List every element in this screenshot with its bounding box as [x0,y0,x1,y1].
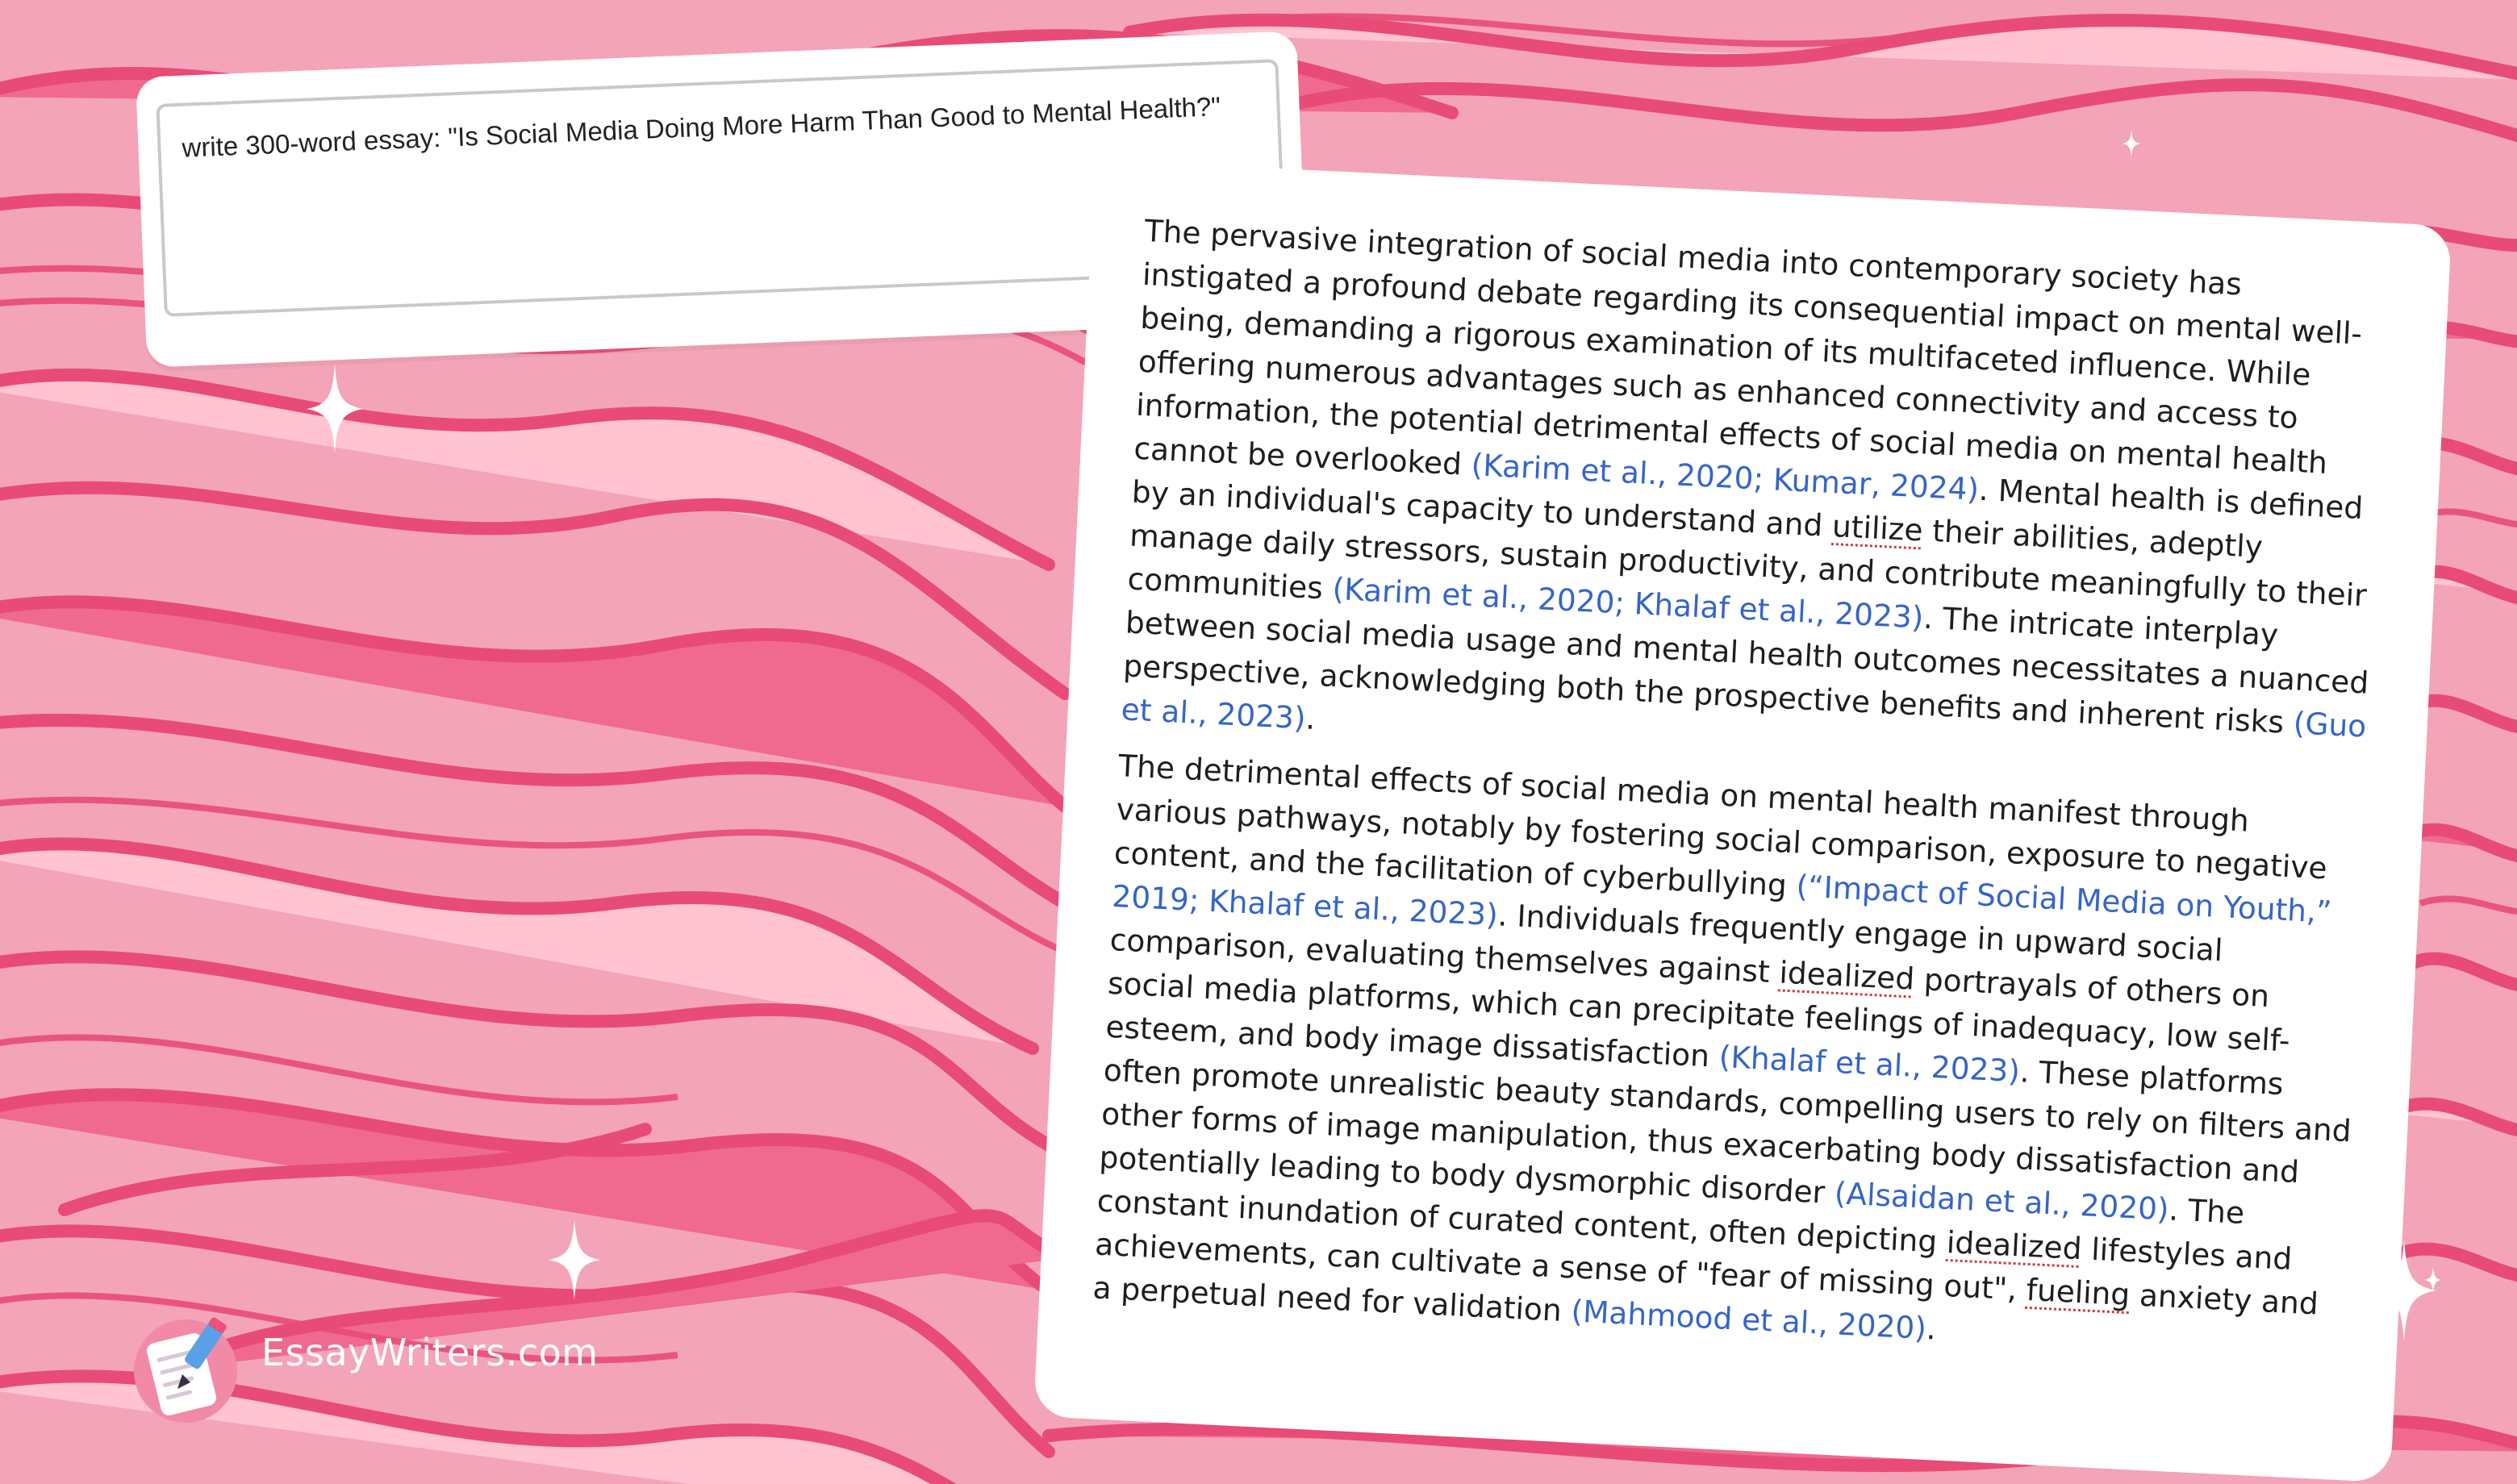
sparkle-icon [307,365,363,453]
essay-response-card: The pervasive integration of social medi… [1033,159,2452,1483]
spellcheck-word[interactable]: utilize [1831,508,1923,548]
spellcheck-word[interactable]: idealized [1946,1224,2083,1266]
essay-text: The pervasive integration of social medi… [1092,209,2395,1383]
essay-paragraph-1: The pervasive integration of social medi… [1120,212,2370,744]
essay-paragraph-2: The detrimental effects of social media … [1092,748,2352,1347]
citation[interactable]: (Alsaidan et al., 2020) [1834,1175,2170,1227]
brand-name: EssayWriters.com [261,1331,599,1374]
spellcheck-word[interactable]: fueling [2026,1272,2131,1312]
sparkle-icon [549,1219,600,1301]
citation[interactable]: (Mahmood et al., 2020) [1571,1293,1927,1345]
sparkle-icon [2122,129,2141,158]
sparkle-icon [2378,225,2406,269]
paper-pencil-logo-icon [134,1317,237,1423]
citation[interactable]: (Khalaf et al., 2023) [1718,1039,2021,1089]
sparkle-icon [2424,1266,2442,1294]
spellcheck-word[interactable]: idealized [1779,954,1916,996]
